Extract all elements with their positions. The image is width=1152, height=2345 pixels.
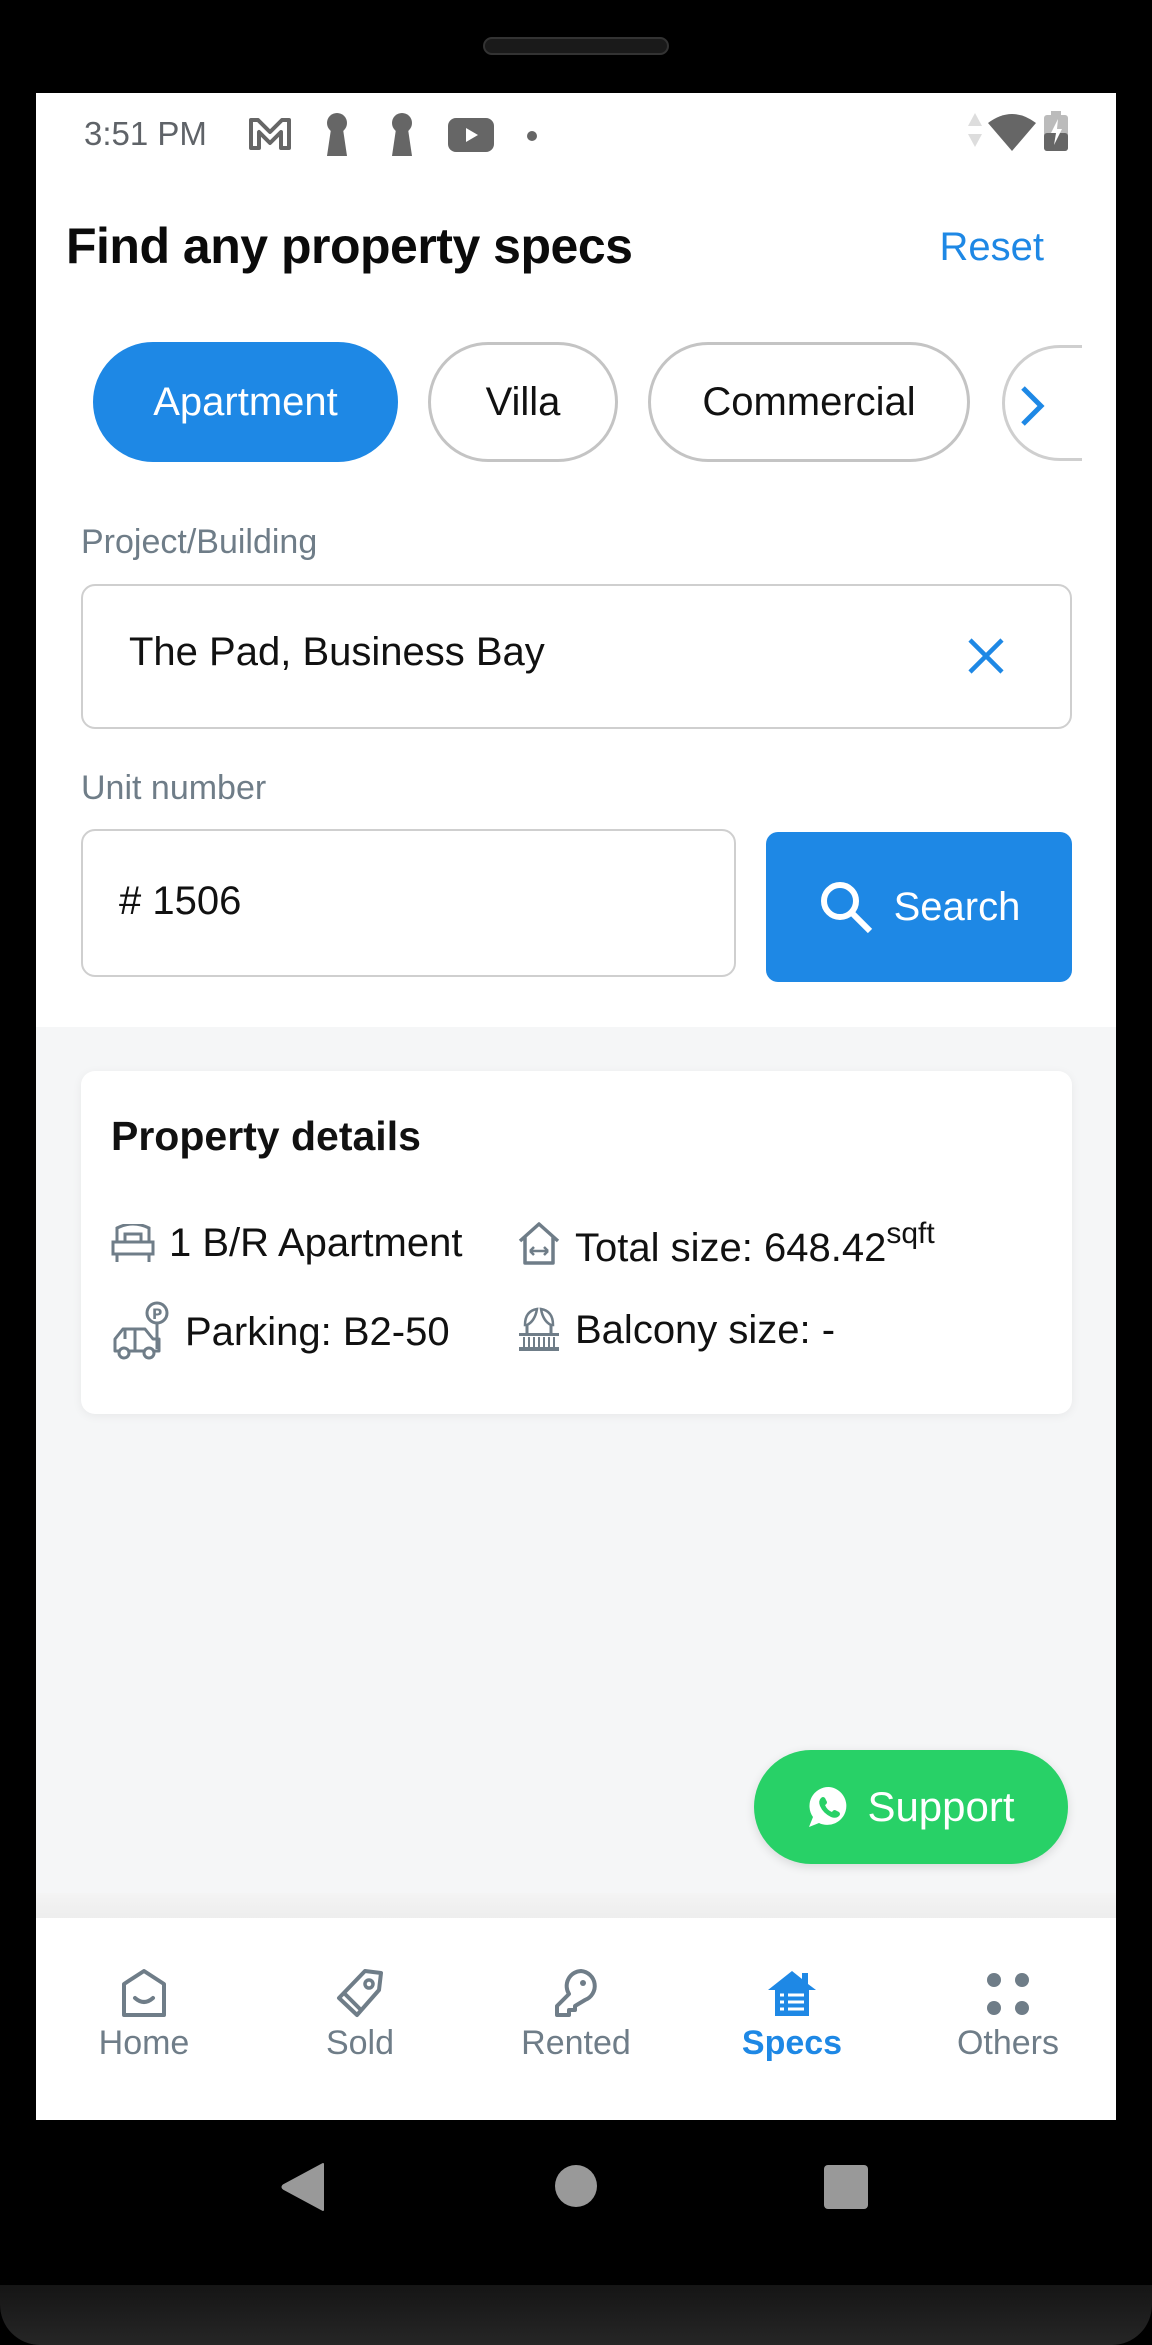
total-size-value: Total size: 648.42sqft bbox=[575, 1217, 935, 1270]
chip-apartment[interactable]: Apartment bbox=[93, 342, 398, 462]
dot-icon bbox=[526, 129, 538, 147]
battery-charging-icon bbox=[1044, 111, 1068, 156]
nav-label-rented: Rented bbox=[521, 2024, 631, 2062]
balcony-size-detail: Balcony size: - bbox=[517, 1307, 835, 1353]
nav-label-home: Home bbox=[98, 2024, 190, 2062]
nav-item-others[interactable]: Others bbox=[900, 1918, 1116, 2120]
bottom-nav: Home Sold Rented Specs Others bbox=[36, 1918, 1116, 2120]
back-triangle-icon bbox=[281, 2163, 324, 2211]
project-building-value: The Pad, Business Bay bbox=[129, 630, 545, 674]
nav-label-specs: Specs bbox=[741, 2024, 843, 2062]
balcony-icon bbox=[519, 1307, 559, 1351]
search-button[interactable]: Search bbox=[766, 832, 1072, 982]
chip-villa[interactable]: Villa bbox=[428, 342, 618, 462]
tag-icon bbox=[335, 1958, 385, 2018]
speaker-grille bbox=[483, 37, 669, 55]
chevron-right-icon bbox=[1021, 386, 1045, 426]
property-type-chips: Apartment Villa Commercial bbox=[93, 342, 970, 462]
close-icon bbox=[968, 638, 1004, 674]
support-button[interactable]: Support bbox=[754, 1750, 1068, 1864]
project-building-label: Project/Building bbox=[81, 523, 318, 561]
unit-number-input[interactable]: # 1506 bbox=[81, 829, 736, 977]
whatsapp-icon bbox=[809, 1786, 847, 1827]
data-arrows-icon bbox=[968, 113, 982, 152]
nav-item-home[interactable]: Home bbox=[36, 1918, 252, 2120]
home-system-button[interactable] bbox=[554, 2164, 598, 2213]
page-title: Find any property specs bbox=[66, 218, 633, 274]
nav-item-rented[interactable]: Rented bbox=[468, 1918, 684, 2120]
dots-grid-icon bbox=[983, 1958, 1033, 2018]
project-building-input[interactable]: The Pad, Business Bay bbox=[81, 584, 1072, 729]
key-icon bbox=[551, 1958, 601, 2018]
chips-scroll-right-button[interactable] bbox=[1002, 345, 1082, 461]
property-details-card: Property details 1 B/R Apartment Total s… bbox=[81, 1071, 1072, 1414]
status-time: 3:51 PM bbox=[84, 115, 207, 152]
support-button-label: Support bbox=[867, 1783, 1015, 1830]
balcony-size-value: Balcony size: - bbox=[575, 1307, 836, 1352]
keyhole-icon bbox=[389, 113, 415, 162]
nav-item-sold[interactable]: Sold bbox=[252, 1918, 468, 2120]
parking-detail: P Parking: B2-50 bbox=[111, 1301, 450, 1363]
house-size-icon bbox=[518, 1222, 560, 1265]
phone-chin bbox=[0, 2285, 1152, 2345]
bedrooms-detail: 1 B/R Apartment bbox=[111, 1221, 462, 1266]
property-details-title: Property details bbox=[111, 1113, 421, 1159]
bed-icon bbox=[111, 1223, 155, 1262]
phone-frame: 3:51 PM Find any property specs Reset Ap… bbox=[0, 0, 1152, 2345]
svg-text:P: P bbox=[152, 1307, 162, 1323]
search-panel: Find any property specs Reset Apartment … bbox=[36, 177, 1116, 1027]
bedrooms-value: 1 B/R Apartment bbox=[169, 1221, 463, 1265]
keyhole-icon bbox=[324, 113, 350, 162]
chip-commercial[interactable]: Commercial bbox=[648, 342, 970, 462]
search-icon bbox=[820, 882, 872, 934]
clear-project-button[interactable] bbox=[966, 636, 1006, 681]
reset-button[interactable]: Reset bbox=[940, 225, 1045, 270]
status-bar: 3:51 PM bbox=[36, 93, 1116, 177]
home-icon bbox=[120, 1958, 168, 2018]
recents-square-icon bbox=[824, 2165, 868, 2209]
search-button-label: Search bbox=[893, 884, 1021, 929]
house-list-icon bbox=[766, 1958, 818, 2018]
nav-label-sold: Sold bbox=[325, 2024, 395, 2062]
wifi-icon bbox=[988, 113, 1036, 156]
unit-number-value: # 1506 bbox=[119, 879, 242, 923]
app-screen: 3:51 PM Find any property specs Reset Ap… bbox=[36, 93, 1116, 2120]
nav-label-others: Others bbox=[956, 2024, 1060, 2062]
system-nav-bar bbox=[0, 2120, 1152, 2285]
home-circle-icon bbox=[555, 2165, 597, 2207]
youtube-icon bbox=[448, 118, 494, 157]
parking-value: Parking: B2-50 bbox=[185, 1309, 450, 1354]
back-button[interactable] bbox=[281, 2162, 325, 2217]
total-size-unit: sqft bbox=[886, 1217, 935, 1250]
unit-number-label: Unit number bbox=[81, 769, 267, 807]
car-parking-icon: P bbox=[113, 1301, 169, 1360]
recents-button[interactable] bbox=[823, 2164, 869, 2215]
total-size-detail: Total size: 648.42sqft bbox=[517, 1217, 935, 1271]
nav-item-specs[interactable]: Specs bbox=[684, 1918, 900, 2120]
gmail-icon bbox=[248, 117, 292, 156]
